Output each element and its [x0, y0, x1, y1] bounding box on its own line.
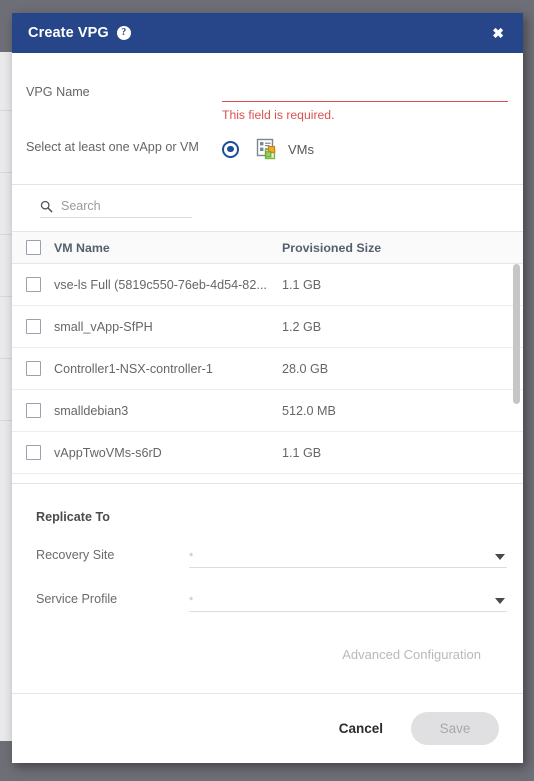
- vms-radio-row[interactable]: VMs: [222, 136, 507, 160]
- vms-list-icon: [256, 138, 276, 160]
- service-profile-value: *: [189, 594, 194, 607]
- close-icon[interactable]: ✖: [486, 22, 510, 44]
- row-checkbox-cell: [12, 403, 54, 418]
- search-box[interactable]: [40, 199, 192, 218]
- cell-vm-name: vAppTwoVMs-s6rD: [54, 445, 162, 460]
- table-row[interactable]: vse-ls Full (5819c550-76eb-4d54-82... 1.…: [12, 264, 523, 306]
- cell-vm-name: small_vApp-SfPH: [54, 319, 153, 334]
- save-button[interactable]: Save: [411, 712, 499, 745]
- replicate-to-section: Replicate To Recovery Site * Service Pro…: [12, 510, 523, 664]
- cell-provisioned-size: 512.0 MB: [282, 403, 336, 418]
- section-divider-bottom: [12, 483, 523, 484]
- chevron-down-icon: [495, 597, 505, 604]
- cell-vm-name: vse-ls Full (5819c550-76eb-4d54-82...: [54, 277, 267, 292]
- dialog-header: Create VPG ? ✖: [12, 13, 523, 53]
- cell-provisioned-size: 1.1 GB: [282, 277, 322, 292]
- select-all-cell: [12, 240, 54, 255]
- row-checkbox[interactable]: [25, 319, 41, 334]
- advanced-configuration-link[interactable]: Advanced Configuration: [342, 647, 481, 662]
- row-checkbox-cell: [12, 277, 54, 292]
- recovery-site-label: Recovery Site: [36, 548, 115, 562]
- search-icon: [40, 200, 53, 212]
- row-checkbox[interactable]: [25, 445, 41, 460]
- vm-table-header: VM Name Provisioned Size: [12, 231, 523, 264]
- cell-vm-name: Controller1-NSX-controller-1: [54, 361, 213, 376]
- entity-select-label: Select at least one vApp or VM: [26, 140, 199, 154]
- cancel-button[interactable]: Cancel: [329, 713, 393, 744]
- search-area: [12, 185, 523, 218]
- select-all-checkbox[interactable]: [25, 240, 41, 255]
- row-checkbox-cell: [12, 445, 54, 460]
- cell-provisioned-size: 1.1 GB: [282, 445, 322, 460]
- row-checkbox[interactable]: [25, 403, 41, 418]
- vpg-name-label: VPG Name: [26, 85, 90, 99]
- service-profile-row: Service Profile *: [26, 590, 507, 612]
- table-scrollbar[interactable]: [513, 264, 520, 483]
- entity-select-row: Select at least one vApp or VM VMs: [12, 136, 523, 160]
- column-header-vm-name[interactable]: VM Name: [54, 241, 282, 255]
- table-row[interactable]: vAppTwoVMs-s6rD 1.1 GB: [12, 432, 523, 474]
- table-row[interactable]: vAppTest-tkau 1.1 GB: [12, 474, 523, 483]
- dialog-body: VPG Name This field is required. Select …: [12, 53, 523, 693]
- row-checkbox[interactable]: [25, 277, 41, 292]
- table-row[interactable]: Controller1-NSX-controller-1 28.0 GB: [12, 348, 523, 390]
- recovery-site-value: *: [189, 550, 194, 563]
- dialog-footer: Cancel Save: [12, 693, 523, 763]
- vpg-name-field-col: This field is required.: [222, 81, 508, 122]
- cell-provisioned-size: 1.2 GB: [282, 319, 322, 334]
- table-row[interactable]: smalldebian3 512.0 MB: [12, 390, 523, 432]
- background-page-strip: [0, 52, 12, 741]
- row-checkbox-cell: [12, 319, 54, 334]
- vpg-name-row: VPG Name This field is required.: [12, 81, 523, 122]
- service-profile-select[interactable]: *: [189, 590, 507, 612]
- dialog-title: Create VPG: [28, 25, 109, 41]
- replicate-to-title: Replicate To: [36, 510, 110, 524]
- vpg-name-input[interactable]: [222, 81, 508, 102]
- search-input[interactable]: [61, 199, 192, 213]
- recovery-site-row: Recovery Site *: [26, 546, 507, 568]
- recovery-site-select[interactable]: *: [189, 546, 507, 568]
- vms-option-label: VMs: [288, 141, 314, 157]
- vms-radio-button[interactable]: [222, 140, 239, 158]
- vpg-name-error: This field is required.: [222, 108, 335, 122]
- help-circle-icon[interactable]: ?: [116, 26, 131, 40]
- service-profile-label: Service Profile: [36, 592, 118, 606]
- cell-provisioned-size: 28.0 GB: [282, 361, 329, 376]
- advanced-configuration-row: Advanced Configuration: [26, 646, 507, 664]
- column-header-provisioned-size[interactable]: Provisioned Size: [282, 241, 523, 255]
- vm-table: VM Name Provisioned Size vse-ls Full (58…: [12, 231, 523, 483]
- create-vpg-dialog: Create VPG ? ✖ VPG Name This field is re…: [12, 13, 523, 763]
- vm-table-scroll-area[interactable]: vse-ls Full (5819c550-76eb-4d54-82... 1.…: [12, 264, 523, 483]
- row-checkbox-cell: [12, 361, 54, 376]
- cell-vm-name: smalldebian3: [54, 403, 129, 418]
- table-row[interactable]: small_vApp-SfPH 1.2 GB: [12, 306, 523, 348]
- entity-select-col: VMs: [222, 136, 507, 160]
- table-scrollbar-thumb[interactable]: [513, 264, 520, 404]
- chevron-down-icon: [495, 553, 505, 560]
- row-checkbox[interactable]: [25, 361, 41, 376]
